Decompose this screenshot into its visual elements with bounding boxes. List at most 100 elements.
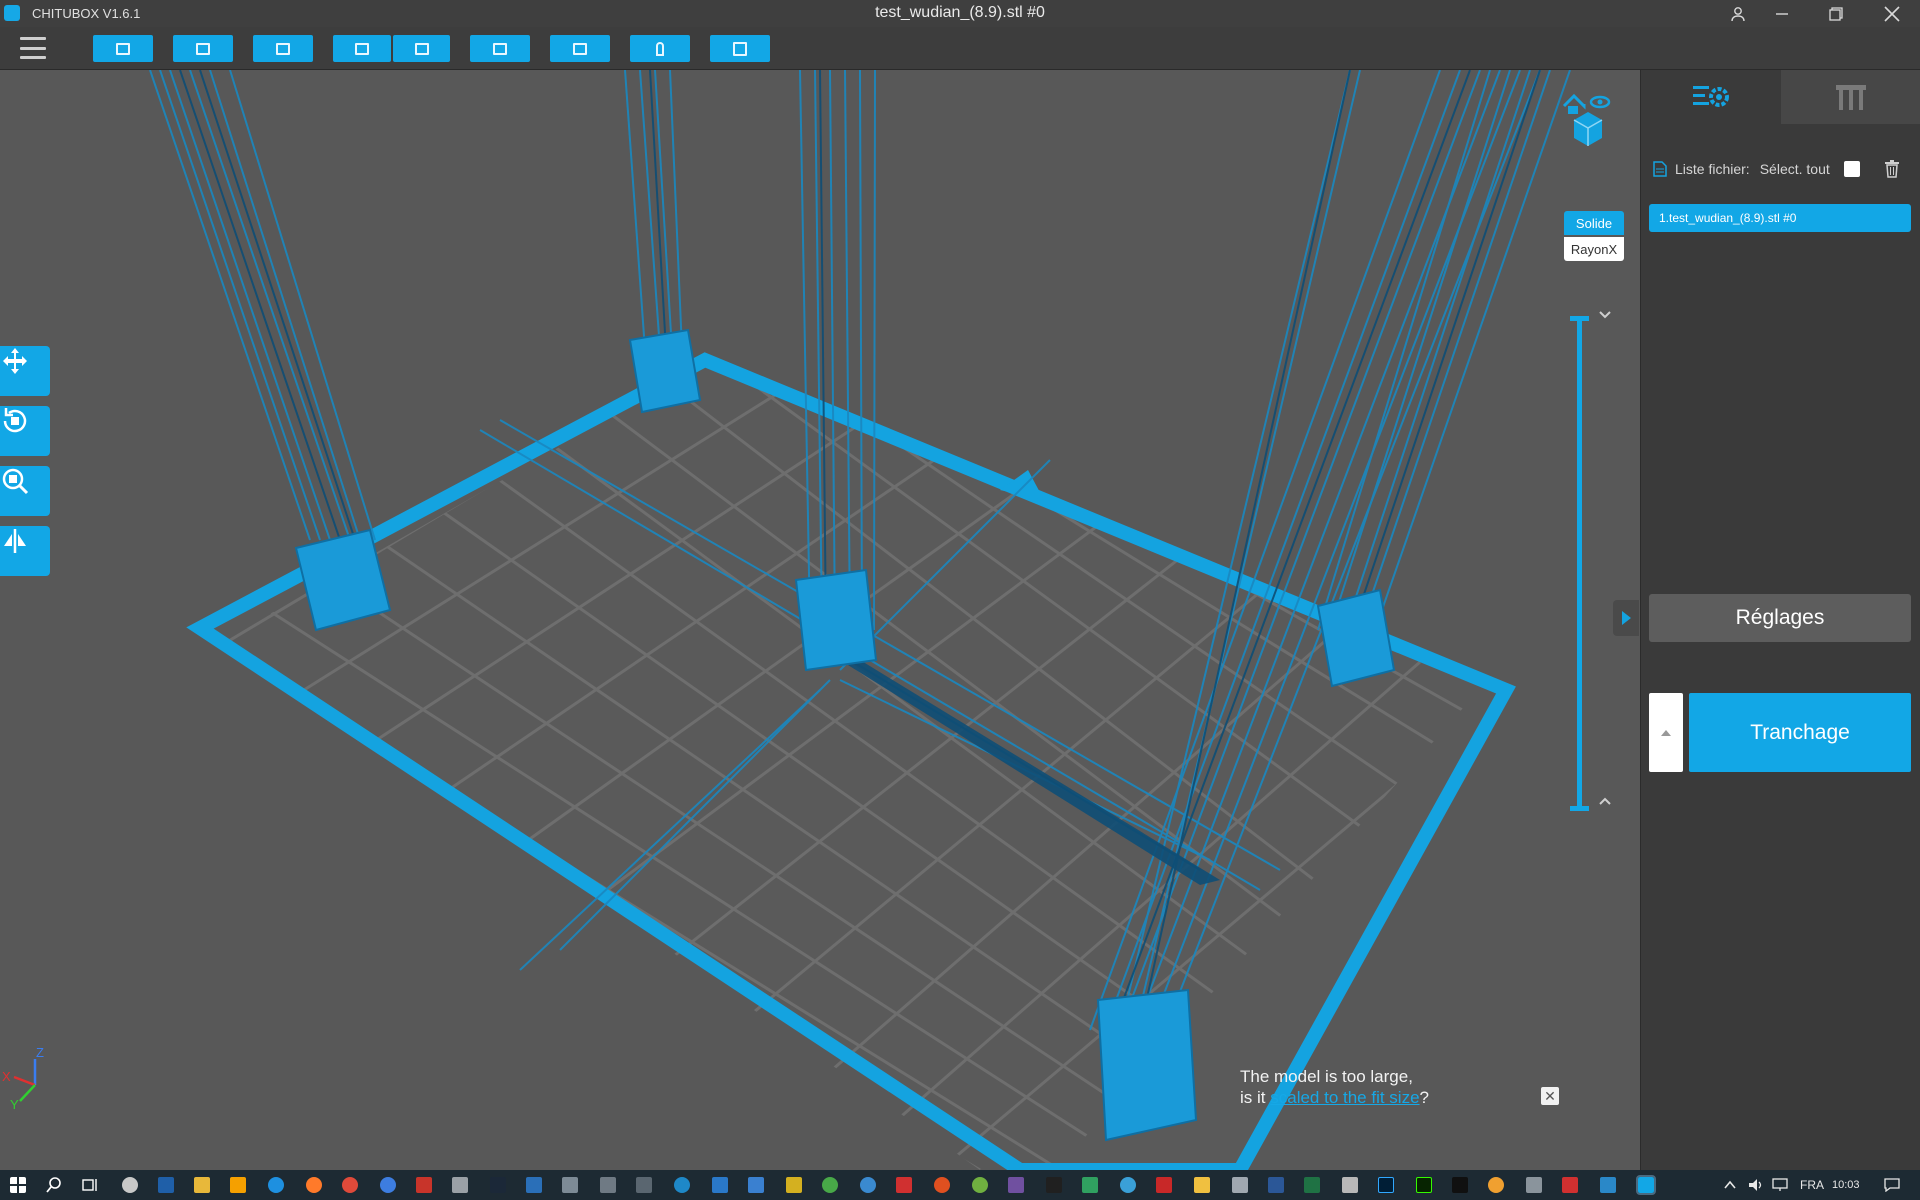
tray-chevron-up-icon[interactable] [1724, 1180, 1736, 1190]
slice-button[interactable]: Tranchage [1689, 693, 1911, 772]
word-icon[interactable] [1268, 1177, 1284, 1193]
clock-time[interactable]: 10:03 [1832, 1179, 1860, 1191]
app-red-icon[interactable] [416, 1177, 432, 1193]
axis-indicator: Z X Y [2, 1045, 44, 1109]
3d-viewport[interactable]: Solide RayonX Z X Y [0, 70, 1640, 1170]
move-tool-button[interactable] [0, 346, 50, 396]
file-list-item[interactable]: 1.test_wudian_(8.9).stl #0 [1649, 204, 1911, 232]
app-green-icon[interactable] [822, 1177, 838, 1193]
app-orange2-icon[interactable] [1488, 1177, 1504, 1193]
app-grey3-icon[interactable] [636, 1177, 652, 1193]
filezilla-icon[interactable] [1562, 1177, 1578, 1193]
scale-icon [2, 468, 29, 495]
open-file-button[interactable] [93, 35, 153, 62]
powershell-icon[interactable] [158, 1177, 174, 1193]
app-red2-icon[interactable] [896, 1177, 912, 1193]
app-phone-icon[interactable] [1452, 1177, 1468, 1193]
app-red3-icon[interactable] [1156, 1177, 1172, 1193]
photoshop-icon[interactable] [1378, 1177, 1394, 1193]
app-grey-icon[interactable] [562, 1177, 578, 1193]
restore-icon[interactable] [1814, 0, 1858, 27]
app-dark-icon[interactable] [1046, 1177, 1062, 1193]
app-name: CHITUBOX V1.6.1 [32, 6, 141, 21]
support-button[interactable] [630, 35, 690, 62]
excel-icon[interactable] [1304, 1177, 1320, 1193]
panel-expand-button[interactable] [1613, 600, 1639, 636]
hollow-button[interactable] [710, 35, 770, 62]
task-view-icon[interactable] [82, 1177, 98, 1193]
account-icon[interactable] [1716, 0, 1760, 27]
select-button[interactable] [253, 35, 313, 62]
axis-x-label: X [2, 1069, 11, 1084]
undo-button[interactable] [333, 35, 391, 62]
notice-close-icon[interactable]: ✕ [1541, 1087, 1559, 1105]
app-blue5-icon[interactable] [1120, 1177, 1136, 1193]
tab-model-settings[interactable] [1641, 70, 1781, 124]
volume-icon[interactable] [1748, 1178, 1764, 1192]
file-list-header: Liste fichier: Sélect. tout [1653, 158, 1913, 180]
settings-button[interactable]: Réglages [1649, 594, 1911, 642]
steam-icon[interactable] [490, 1177, 506, 1193]
notice-line-2: is it scaled to the fit size? [1240, 1087, 1429, 1108]
notifications-icon[interactable] [1884, 1178, 1900, 1192]
app-green3-icon[interactable] [1082, 1177, 1098, 1193]
sticky-app-icon[interactable] [230, 1177, 246, 1193]
app-grey4-icon[interactable] [1232, 1177, 1248, 1193]
scale-tool-button[interactable] [0, 466, 50, 516]
save-file-button[interactable] [173, 35, 233, 62]
app-blue4-icon[interactable] [860, 1177, 876, 1193]
app-grey5-icon[interactable] [1526, 1177, 1542, 1193]
caret-up-icon [1661, 729, 1671, 736]
app-globe-icon[interactable] [674, 1177, 690, 1193]
app-green2-icon[interactable] [972, 1177, 988, 1193]
layer-slider-track[interactable] [1577, 318, 1582, 808]
app-orange-icon[interactable] [934, 1177, 950, 1193]
scale-to-fit-link[interactable]: scaled to the fit size [1270, 1088, 1419, 1107]
pdf-icon[interactable] [1342, 1177, 1358, 1193]
move-icon [3, 348, 27, 374]
close-icon[interactable] [1870, 0, 1914, 27]
chrome-icon[interactable] [342, 1177, 358, 1193]
file-explorer-icon[interactable] [194, 1177, 210, 1193]
firefox-icon[interactable] [306, 1177, 322, 1193]
trash-icon[interactable] [1884, 160, 1900, 178]
language-indicator[interactable]: FRA [1800, 1178, 1824, 1192]
slice-options-button[interactable] [1649, 693, 1683, 772]
internet-explorer-icon[interactable] [268, 1177, 284, 1193]
app-purple-icon[interactable] [1008, 1177, 1024, 1193]
chitubox-taskbar-icon[interactable] [1636, 1175, 1656, 1195]
app-yellow2-icon[interactable] [1194, 1177, 1210, 1193]
app-blue6-icon[interactable] [1600, 1177, 1616, 1193]
rotate-tool-button[interactable] [0, 406, 50, 456]
app-yellow-icon[interactable] [786, 1177, 802, 1193]
app-cube-icon[interactable] [452, 1177, 468, 1193]
select-all-checkbox[interactable] [1843, 161, 1860, 177]
title-bar: CHITUBOX V1.6.1 test_wudian_(8.9).stl #0 [0, 0, 1920, 27]
app-grey2-icon[interactable] [600, 1177, 616, 1193]
file-info-button[interactable] [470, 35, 530, 62]
tab-supports[interactable] [1781, 70, 1920, 124]
model-too-large-notice: The model is too large, is it scaled to … [1240, 1066, 1429, 1108]
network-icon[interactable] [1772, 1178, 1788, 1192]
app-blue2-icon[interactable] [712, 1177, 728, 1193]
app-blue-icon[interactable] [526, 1177, 542, 1193]
hamburger-menu-icon[interactable] [20, 37, 46, 59]
save-icon [196, 42, 210, 55]
solid-view-button[interactable]: Solide [1564, 211, 1624, 235]
settings-gear-icon[interactable] [122, 1177, 138, 1193]
mirror-tool-button[interactable] [0, 526, 50, 576]
layer-slider-bottom-handle[interactable] [1570, 806, 1589, 811]
browser-app-icon[interactable] [380, 1177, 396, 1193]
notice-prefix: is it [1240, 1088, 1271, 1107]
minimize-icon[interactable] [1760, 0, 1804, 27]
dreamweaver-icon[interactable] [1416, 1177, 1432, 1193]
supports-icon [1836, 85, 1866, 110]
xray-view-button[interactable]: RayonX [1564, 237, 1624, 261]
arrange-button[interactable] [550, 35, 610, 62]
chevron-right-icon [1622, 611, 1631, 625]
windows-start-icon[interactable] [10, 1177, 26, 1193]
redo-button[interactable] [393, 35, 450, 62]
search-icon[interactable] [46, 1177, 62, 1193]
view-cube-icon[interactable] [1560, 88, 1616, 158]
app-blue3-icon[interactable] [748, 1177, 764, 1193]
